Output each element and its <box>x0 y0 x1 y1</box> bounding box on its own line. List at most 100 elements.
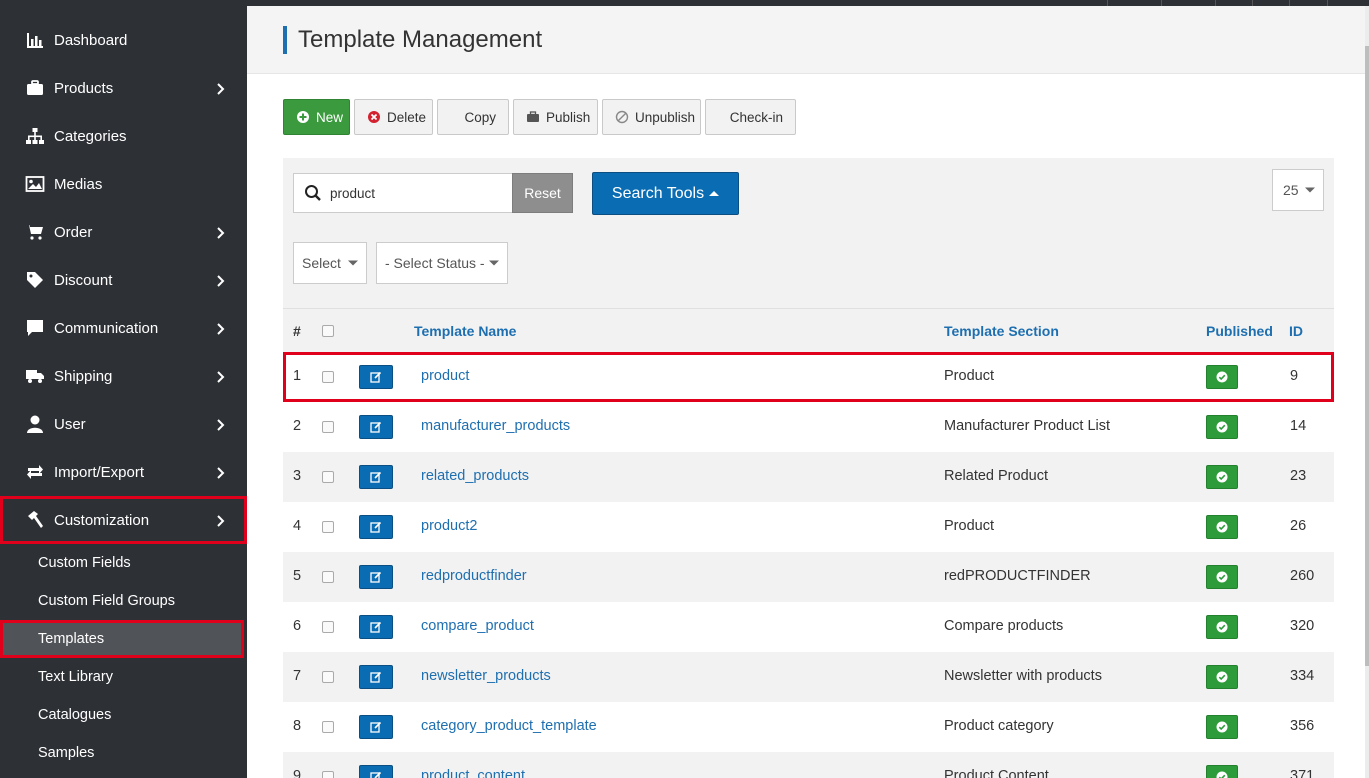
published-toggle[interactable] <box>1206 515 1238 539</box>
caret-up-icon <box>709 191 720 196</box>
unpublish-button[interactable]: Unpublish <box>602 99 701 135</box>
chevron-right-icon <box>217 514 225 527</box>
template-id: 9 <box>1290 368 1299 384</box>
sidebar-item-products[interactable]: Products <box>0 64 247 112</box>
publish-button[interactable]: Publish <box>513 99 598 135</box>
scrollbar[interactable] <box>1365 6 1369 778</box>
edit-button[interactable] <box>359 515 393 539</box>
row-checkbox[interactable] <box>322 571 334 583</box>
template-id: 334 <box>1290 668 1315 684</box>
published-toggle[interactable] <box>1206 565 1238 589</box>
bar-chart-icon <box>24 29 46 51</box>
sidebar-item-categories[interactable]: Categories <box>0 112 247 160</box>
row-checkbox[interactable] <box>322 721 334 733</box>
template-name-link[interactable]: related_products <box>421 468 529 484</box>
sidebar-item-order[interactable]: Order <box>0 208 247 256</box>
sidebar-item-label: Products <box>54 79 114 97</box>
edit-icon <box>370 621 382 633</box>
submenu-item-custom-field-groups[interactable]: Custom Field Groups <box>0 582 247 620</box>
row-checkbox[interactable] <box>322 521 334 533</box>
template-section: Manufacturer Product List <box>944 418 1111 434</box>
edit-button[interactable] <box>359 415 393 439</box>
ban-icon <box>615 110 629 124</box>
column-id[interactable]: ID <box>1289 323 1303 339</box>
scrollbar-thumb[interactable] <box>1365 46 1369 666</box>
select-all-checkbox[interactable] <box>322 325 334 337</box>
edit-icon <box>370 671 382 683</box>
template-name-link[interactable]: newsletter_products <box>421 668 551 684</box>
sidebar-item-medias[interactable]: Medias <box>0 160 247 208</box>
page-header: Template Management <box>247 6 1369 74</box>
delete-button[interactable]: Delete <box>354 99 433 135</box>
row-checkbox[interactable] <box>322 621 334 633</box>
check-circle-icon <box>1216 471 1228 483</box>
published-toggle[interactable] <box>1206 365 1238 389</box>
edit-icon <box>370 471 382 483</box>
edit-button[interactable] <box>359 615 393 639</box>
submenu-item-samples[interactable]: Samples <box>0 734 247 772</box>
copy-button[interactable]: Copy <box>437 99 509 135</box>
select-status-filter[interactable]: - Select Status - <box>376 242 508 284</box>
row-checkbox[interactable] <box>322 421 334 433</box>
template-name-link[interactable]: manufacturer_products <box>421 418 570 434</box>
submenu-item-custom-fields[interactable]: Custom Fields <box>0 544 247 582</box>
search-icon <box>305 185 321 201</box>
published-toggle[interactable] <box>1206 465 1238 489</box>
chat-icon <box>24 317 46 339</box>
new-button[interactable]: New <box>283 99 350 135</box>
templates-table: # Template Name Template Section Publish… <box>283 308 1334 778</box>
template-name-link[interactable]: compare_product <box>421 618 534 634</box>
sidebar-item-dashboard[interactable]: Dashboard <box>0 16 247 64</box>
edit-button[interactable] <box>359 715 393 739</box>
edit-button[interactable] <box>359 765 393 778</box>
plus-circle-icon <box>296 110 310 124</box>
template-name-link[interactable]: product2 <box>421 518 477 534</box>
edit-button[interactable] <box>359 565 393 589</box>
published-toggle[interactable] <box>1206 765 1238 778</box>
user-icon <box>24 413 46 435</box>
table-header: # Template Name Template Section Publish… <box>283 308 1334 352</box>
sidebar-item-shipping[interactable]: Shipping <box>0 352 247 400</box>
image-icon <box>24 173 46 195</box>
checkin-button[interactable]: Check-in <box>705 99 796 135</box>
search-input[interactable] <box>330 185 500 201</box>
edit-button[interactable] <box>359 465 393 489</box>
row-number: 3 <box>293 468 302 484</box>
edit-button[interactable] <box>359 665 393 689</box>
sidebar: Dashboard Products Categories Medias Ord… <box>0 0 247 778</box>
published-toggle[interactable] <box>1206 715 1238 739</box>
sidebar-item-customization[interactable]: Customization <box>0 496 247 544</box>
edit-icon <box>370 421 382 433</box>
template-section: Product Content <box>944 768 1049 778</box>
sidebar-item-discount[interactable]: Discount <box>0 256 247 304</box>
toolbar: New Delete Copy Publish Unpublish Check-… <box>283 99 796 135</box>
row-checkbox[interactable] <box>322 471 334 483</box>
edit-icon <box>370 721 382 733</box>
row-checkbox[interactable] <box>322 671 334 683</box>
column-template-section[interactable]: Template Section <box>944 323 1059 339</box>
template-name-link[interactable]: product <box>421 368 469 384</box>
reset-button[interactable]: Reset <box>512 173 573 213</box>
tag-icon <box>24 269 46 291</box>
published-toggle[interactable] <box>1206 415 1238 439</box>
row-checkbox[interactable] <box>322 371 334 383</box>
list-limit-select[interactable]: 25 <box>1272 169 1324 211</box>
sidebar-item-communication[interactable]: Communication <box>0 304 247 352</box>
published-toggle[interactable] <box>1206 615 1238 639</box>
published-toggle[interactable] <box>1206 665 1238 689</box>
search-tools-button[interactable]: Search Tools <box>592 172 739 215</box>
sidebar-item-user[interactable]: User <box>0 400 247 448</box>
submenu-item-text-library[interactable]: Text Library <box>0 658 247 696</box>
template-name-link[interactable]: product_content <box>421 768 525 778</box>
submenu-item-templates[interactable]: Templates <box>0 620 244 658</box>
column-template-name[interactable]: Template Name <box>414 323 516 339</box>
select-filter[interactable]: Select <box>293 242 367 284</box>
column-published[interactable]: Published <box>1206 323 1273 339</box>
template-name-link[interactable]: category_product_template <box>421 718 597 734</box>
template-name-link[interactable]: redproductfinder <box>421 568 527 584</box>
edit-button[interactable] <box>359 365 393 389</box>
row-checkbox[interactable] <box>322 771 334 778</box>
sidebar-item-import-export[interactable]: Import/Export <box>0 448 247 496</box>
submenu-item-catalogues[interactable]: Catalogues <box>0 696 247 734</box>
template-id: 320 <box>1290 618 1315 634</box>
